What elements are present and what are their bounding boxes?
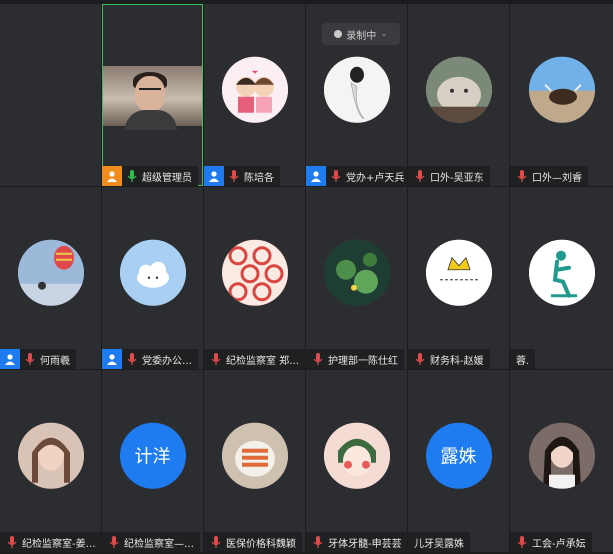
- microphone-icon: [414, 169, 426, 183]
- avatar: [323, 56, 390, 123]
- participant-name: 护理部一陈仕红: [328, 355, 398, 367]
- participant-tile[interactable]: 陈培各: [204, 4, 305, 186]
- participant-name: 纪检监察室-姜…: [22, 538, 96, 550]
- microphone-icon: [210, 352, 222, 366]
- nameplate: 牙体牙髓-申芸芸: [306, 532, 407, 552]
- participant-tile[interactable]: 计洋纪检监察室—…: [102, 370, 203, 552]
- participant-name: 党委办公…: [142, 355, 192, 367]
- avatar: [17, 239, 84, 306]
- record-icon: [334, 30, 343, 38]
- avatar: [221, 239, 288, 306]
- microphone-icon: [210, 535, 222, 549]
- avatar: [17, 422, 84, 489]
- microphone-icon: [414, 352, 426, 366]
- participant-tile[interactable]: 护理部一陈仕红: [306, 187, 407, 369]
- participant-tile[interactable]: 医保价格科魏颖: [204, 370, 305, 552]
- nameplate: 财务科-赵媛: [408, 349, 490, 369]
- avatar: [119, 239, 186, 306]
- nameplate: 口外—刘睿: [510, 166, 588, 186]
- avatar: [221, 56, 288, 123]
- avatar: 计洋: [119, 422, 186, 489]
- microphone-icon: [126, 352, 138, 366]
- nameplate: 超级管理员: [102, 166, 198, 186]
- participant-tile[interactable]: 露姝儿牙吴露姝: [408, 370, 509, 552]
- participant-name: 儿牙吴露姝: [414, 538, 464, 550]
- microphone-icon: [330, 169, 342, 183]
- avatar: [323, 239, 390, 306]
- participant-tile[interactable]: 工会-卢承妘: [510, 370, 613, 552]
- microphone-icon: [312, 352, 324, 366]
- nameplate: 蓉.: [510, 349, 536, 369]
- participant-tile[interactable]: 财务科-赵媛: [408, 187, 509, 369]
- microphone-icon: [6, 535, 18, 549]
- avatar: [221, 422, 288, 489]
- avatar: [528, 239, 595, 306]
- participant-name: 蓉.: [516, 355, 530, 367]
- participant-name: 纪检监察室 郑…: [226, 355, 300, 367]
- nameplate: 纪检监察室-姜…: [0, 532, 101, 552]
- participant-name: 财务科-赵媛: [430, 355, 484, 367]
- nameplate: 何雨羲: [0, 349, 76, 369]
- user-icon: [204, 166, 224, 186]
- nameplate: 纪检监察室—…: [102, 532, 200, 552]
- microphone-icon: [516, 169, 528, 183]
- nameplate: 工会-卢承妘: [510, 532, 592, 552]
- nameplate: 纪检监察室 郑…: [204, 349, 305, 369]
- user-icon: [102, 166, 122, 186]
- user-icon: [102, 349, 122, 369]
- microphone-icon: [108, 535, 120, 549]
- avatar: [425, 56, 492, 123]
- participant-name: 口外—刘睿: [532, 172, 582, 184]
- participant-tile[interactable]: 牙体牙髓-申芸芸: [306, 370, 407, 552]
- avatar: [323, 422, 390, 489]
- participant-name: 医保价格科魏颖: [226, 538, 296, 550]
- participant-name: 党办+卢天兵: [346, 172, 405, 184]
- participant-name: 口外-吴亚东: [430, 172, 484, 184]
- participant-tile[interactable]: 何雨羲: [0, 187, 101, 369]
- microphone-icon: [312, 535, 324, 549]
- avatar: [528, 422, 595, 489]
- participant-tile[interactable]: 党委办公…: [102, 187, 203, 369]
- participant-tile[interactable]: 纪检监察室 郑…: [204, 187, 305, 369]
- nameplate: 陈培各: [204, 166, 280, 186]
- participant-name: 超级管理员: [142, 172, 192, 184]
- participant-name: 纪检监察室—…: [124, 538, 194, 550]
- nameplate: 党办+卢天兵: [306, 166, 407, 186]
- avatar: [425, 239, 492, 306]
- nameplate: 医保价格科魏颖: [204, 532, 302, 552]
- participant-name: 何雨羲: [40, 355, 70, 367]
- avatar: 露姝: [425, 422, 492, 489]
- participant-tile[interactable]: [0, 4, 101, 186]
- video-feed: [103, 66, 202, 130]
- nameplate: 口外-吴亚东: [408, 166, 490, 186]
- participant-tile[interactable]: 超级管理员: [102, 4, 203, 186]
- recording-indicator[interactable]: 录制中 ⌄: [322, 23, 400, 45]
- microphone-icon: [516, 535, 528, 549]
- nameplate: 党委办公…: [102, 349, 198, 369]
- microphone-icon: [126, 169, 138, 183]
- participant-tile[interactable]: 口外—刘睿: [510, 4, 613, 186]
- recording-label: 录制中: [346, 30, 377, 42]
- participant-name: 工会-卢承妘: [532, 538, 586, 550]
- participant-name: 陈培各: [244, 172, 274, 184]
- microphone-icon: [24, 352, 36, 366]
- participant-tile[interactable]: 口外-吴亚东: [408, 4, 509, 186]
- nameplate: 护理部一陈仕红: [306, 349, 404, 369]
- microphone-icon: [228, 169, 240, 183]
- participant-name: 牙体牙髓-申芸芸: [328, 538, 402, 550]
- user-icon: [306, 166, 326, 186]
- chevron-down-icon: ⌄: [380, 29, 388, 39]
- user-icon: [0, 349, 20, 369]
- participant-tile[interactable]: 纪检监察室-姜…: [0, 370, 101, 552]
- avatar: [528, 56, 595, 123]
- nameplate: 儿牙吴露姝: [408, 532, 470, 552]
- participant-tile[interactable]: 蓉.: [510, 187, 613, 369]
- participant-grid: 超级管理员 陈培各 党办+卢天兵 口外-吴亚东 口外—刘睿何雨羲 党委办公… 纪检监察室 郑…: [0, 0, 613, 554]
